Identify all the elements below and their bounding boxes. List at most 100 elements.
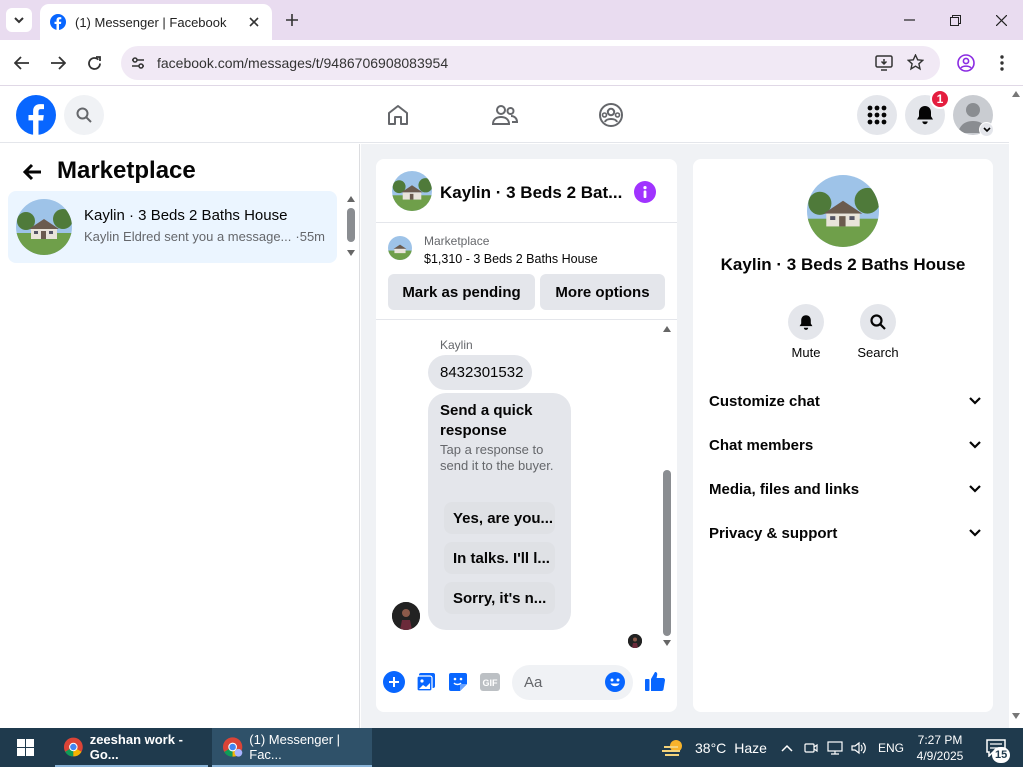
tab-search-button[interactable] (6, 8, 32, 32)
conversation-list-panel: Marketplace Kaylin · 3 Beds 2 Baths Hous… (0, 144, 360, 728)
list-scrollbar[interactable] (345, 194, 357, 258)
chat-avatar[interactable] (392, 171, 432, 211)
menu-button[interactable] (857, 95, 897, 135)
person-photo-icon (628, 634, 642, 648)
site-info-icon[interactable] (130, 55, 146, 71)
more-options-button[interactable]: More options (540, 274, 665, 310)
tray-language[interactable]: ENG (876, 728, 906, 767)
svg-text:GIF: GIF (483, 678, 499, 688)
page-scrollbar[interactable] (1009, 87, 1023, 728)
minimize-button[interactable] (894, 6, 924, 34)
toolbar: facebook.com/messages/t/9486706908083954 (0, 40, 1023, 86)
notification-badge: 1 (930, 89, 950, 109)
back-button[interactable] (9, 51, 35, 75)
grid-menu-icon (867, 105, 887, 125)
quick-reply-2[interactable]: In talks. I'll l... (444, 542, 555, 574)
tab-strip: (1) Messenger | Facebook (0, 0, 1023, 40)
nav-friends[interactable] (487, 95, 523, 135)
info-avatar[interactable] (807, 175, 879, 247)
chevron-down-icon (14, 17, 24, 24)
chat-info-button[interactable] (634, 181, 656, 203)
sticker-button[interactable] (448, 672, 468, 692)
address-bar[interactable]: facebook.com/messages/t/9486706908083954 (121, 46, 940, 80)
tab-close-icon[interactable] (242, 10, 266, 34)
taskbar-item-chrome-work[interactable]: zeeshan work - Go... (55, 728, 208, 767)
kebab-menu-icon (1000, 55, 1004, 71)
quick-reply-1[interactable]: Yes, are you... (444, 502, 555, 534)
taskbar-item-messenger[interactable]: (1) Messenger | Fac... (212, 728, 372, 767)
close-window-button[interactable] (986, 6, 1016, 34)
quick-reply-3[interactable]: Sorry, it's n... (444, 582, 555, 614)
emoji-button[interactable] (605, 672, 625, 692)
scroll-up-icon[interactable] (347, 196, 355, 202)
message-bubble[interactable]: 8432301532 (428, 355, 532, 390)
reload-button[interactable] (81, 51, 107, 75)
mute-label: Mute (791, 345, 821, 360)
bookmark-star-icon[interactable] (907, 54, 924, 71)
arrow-left-icon (14, 56, 29, 70)
gif-button[interactable]: GIF (480, 673, 500, 691)
section-chat-members[interactable]: Chat members (709, 433, 981, 457)
listing-title[interactable]: $1,310 - 3 Beds 2 Baths House (424, 252, 598, 266)
section-media-files-links[interactable]: Media, files and links (709, 477, 981, 501)
new-tab-button[interactable] (280, 8, 304, 32)
mute-button[interactable] (788, 304, 824, 340)
search-in-chat-button[interactable] (860, 304, 896, 340)
house-photo-icon (388, 236, 412, 260)
section-privacy-support[interactable]: Privacy & support (709, 521, 981, 545)
search-button[interactable] (64, 95, 104, 135)
sticker-icon (449, 673, 467, 691)
house-photo-icon (392, 171, 432, 211)
gif-icon: GIF (480, 673, 500, 691)
profile-button[interactable] (954, 51, 978, 75)
search-icon (870, 314, 886, 330)
scroll-down-icon[interactable] (663, 640, 671, 646)
facebook-logo-icon[interactable] (16, 95, 56, 135)
person-photo-icon (392, 602, 420, 630)
chevron-up-icon (781, 744, 793, 752)
haze-icon (662, 739, 682, 756)
listing-thumb[interactable] (388, 236, 412, 260)
tray-volume-icon[interactable] (850, 728, 868, 767)
tray-clock[interactable]: 7:27 PM 4/9/2025 (912, 728, 968, 767)
tray-overflow-button[interactable] (779, 728, 795, 767)
taskbar-item-label: (1) Messenger | Fac... (249, 731, 341, 762)
windows-taskbar: zeeshan work - Go... (1) Messenger | Fac… (0, 728, 1023, 767)
forward-button[interactable] (45, 51, 71, 75)
restore-button[interactable] (940, 6, 970, 34)
back-to-marketplace-button[interactable] (18, 158, 46, 186)
reload-icon (87, 55, 101, 70)
weather-widget[interactable]: 38°C Haze (662, 728, 770, 767)
attach-photo-button[interactable] (416, 672, 436, 692)
tray-network-icon[interactable] (826, 728, 844, 767)
arrow-left-icon (22, 163, 41, 181)
thumbs-up-icon (645, 672, 666, 691)
nav-groups[interactable] (593, 95, 629, 135)
scroll-thumb[interactable] (347, 208, 355, 242)
bell-icon (917, 106, 933, 125)
account-chevron[interactable] (979, 122, 994, 137)
messages-scrollbar[interactable] (661, 324, 673, 652)
mark-pending-button[interactable]: Mark as pending (388, 274, 535, 310)
search-icon (76, 107, 92, 123)
section-customize-chat[interactable]: Customize chat (709, 389, 981, 413)
browser-menu-button[interactable] (990, 51, 1014, 75)
conversation-item[interactable]: Kaylin · 3 Beds 2 Baths House Kaylin Eld… (8, 191, 337, 263)
browser-tab[interactable]: (1) Messenger | Facebook (40, 4, 272, 40)
chrome-icon (222, 736, 243, 757)
scroll-down-icon[interactable] (1012, 713, 1020, 719)
scroll-up-icon[interactable] (663, 326, 671, 332)
friends-icon (492, 105, 518, 125)
scroll-down-icon[interactable] (347, 250, 355, 256)
scroll-thumb[interactable] (663, 470, 671, 636)
more-actions-button[interactable] (383, 671, 405, 693)
volume-icon (851, 741, 866, 754)
start-button[interactable] (0, 728, 50, 767)
chat-title[interactable]: Kaylin · 3 Beds 2 Bat... (440, 183, 622, 203)
tray-meet-icon[interactable] (803, 728, 819, 767)
scroll-up-icon[interactable] (1012, 91, 1020, 97)
nav-home[interactable] (380, 95, 416, 135)
info-icon (643, 186, 647, 198)
install-app-icon[interactable] (875, 54, 893, 72)
like-button[interactable] (644, 670, 666, 692)
